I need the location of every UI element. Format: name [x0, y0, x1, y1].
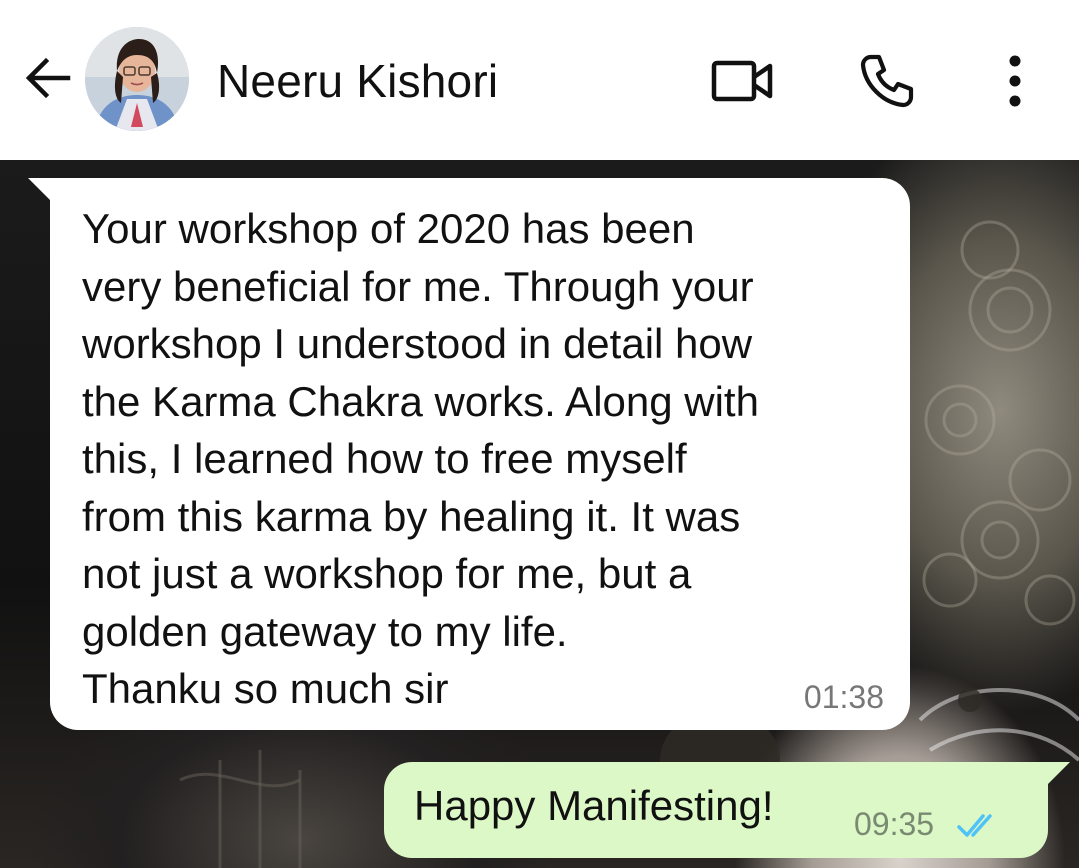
- video-call-icon: [711, 60, 773, 102]
- bubble-tail: [1048, 762, 1070, 784]
- outgoing-message-bubble[interactable]: Happy Manifesting! 09:35: [384, 762, 1070, 858]
- chat-header: Neeru Kishori: [0, 0, 1079, 160]
- message-text: Happy Manifesting!: [414, 782, 774, 829]
- avatar[interactable]: [85, 27, 189, 131]
- back-button[interactable]: [20, 50, 76, 106]
- arrow-left-icon: [25, 57, 71, 99]
- more-vert-icon: [1009, 55, 1021, 107]
- more-options-button[interactable]: [980, 46, 1050, 116]
- message-timestamp: 01:38: [803, 679, 884, 715]
- message-text: Your workshop of 2020 has been very bene…: [82, 205, 759, 712]
- video-call-button[interactable]: [707, 46, 777, 116]
- bubble-tail: [28, 178, 50, 200]
- avatar-image: [85, 27, 189, 131]
- double-check-read-icon: [957, 814, 992, 837]
- message-timestamp: 09:35: [854, 806, 935, 842]
- voice-call-button[interactable]: [852, 46, 922, 116]
- contact-name[interactable]: Neeru Kishori: [217, 54, 498, 108]
- incoming-message-bubble[interactable]: Your workshop of 2020 has been very bene…: [28, 178, 910, 730]
- phone-icon: [860, 54, 914, 108]
